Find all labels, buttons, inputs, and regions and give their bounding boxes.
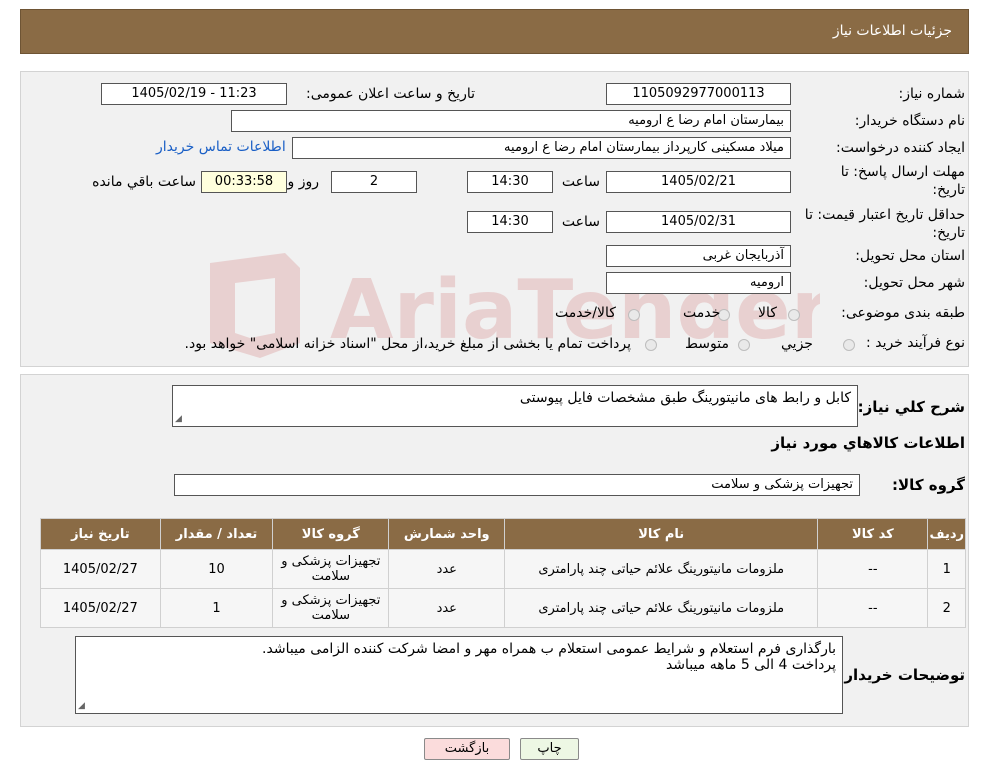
purchase-minor-radio[interactable]: [843, 339, 855, 351]
purchase-medium-radio[interactable]: [738, 339, 750, 351]
need-number-label: شماره نیاز:: [898, 86, 966, 102]
col-unit-header: واحد شمارش: [388, 518, 506, 550]
deadline-time-label: ساعت: [561, 174, 600, 190]
goods-table: ردیف کد کالا نام کالا واحد شمارش گروه کا…: [40, 518, 966, 628]
cell-name: ملزومات مانیتورینگ علائم حیاتی چند پارام…: [504, 549, 819, 589]
buyer-org-label: نام دستگاه خریدار:: [854, 113, 965, 129]
time-remaining-field: 00:33:58: [201, 171, 287, 193]
category-service-label: خدمت: [683, 305, 721, 321]
announce-datetime-field: 1405/02/19 - 11:23: [101, 83, 287, 105]
city-label: شهر محل تحویل:: [863, 275, 965, 291]
buyer-notes-field: بارگذاری فرم استعلام و شرایط عمومی استعل…: [75, 636, 843, 714]
col-quantity-header: تعداد / مقدار: [159, 518, 274, 550]
treasury-payment-note: پرداخت تمام یا بخشی از مبلغ خرید،از محل …: [184, 336, 631, 352]
price-validity-label: حداقل تاریخ اعتبار قیمت: تا تاریخ:: [804, 207, 965, 241]
table-row: 1 -- ملزومات مانیتورینگ علائم حیاتی چند …: [40, 549, 966, 589]
goods-info-title: اطلاعات کالاهاي مورد نیاز: [771, 434, 965, 452]
cell-row: 2: [927, 588, 966, 628]
purchase-minor-label: جزیي: [781, 336, 813, 352]
cell-name: ملزومات مانیتورینگ علائم حیاتی چند پارام…: [504, 588, 819, 628]
description-text: کابل و رابط های مانیتورینگ طبق مشخصات فا…: [519, 390, 851, 406]
goods-group-label: گروه کالا:: [892, 476, 965, 494]
validity-date-field: 1405/02/31: [606, 211, 791, 233]
category-label: طبقه بندی موضوعی:: [841, 305, 965, 321]
deadline-label: مهلت ارسال پاسخ: تا تاریخ:: [840, 164, 965, 198]
cell-group: تجهیزات پزشکی و سلامت: [272, 549, 390, 589]
cell-unit: عدد: [388, 549, 506, 589]
province-field: آذربایجان غربی: [606, 245, 791, 267]
validity-time-label: ساعت: [561, 214, 600, 230]
buyer-notes-label: توضیحات خریدار:: [838, 666, 965, 684]
goods-group-field: تجهیزات پزشکی و سلامت: [174, 474, 860, 496]
col-code-header: کد کالا: [817, 518, 929, 550]
purchase-type-label: نوع فرآیند خرید :: [866, 335, 965, 351]
col-group-header: گروه کالا: [272, 518, 390, 550]
table-row: 2 -- ملزومات مانیتورینگ علائم حیاتی چند …: [40, 588, 966, 628]
deadline-time-field: 14:30: [467, 171, 553, 193]
col-name-header: نام کالا: [504, 518, 819, 550]
cell-date: 1405/02/27: [40, 588, 161, 628]
col-row-header: ردیف: [927, 518, 966, 550]
validity-time-field: 14:30: [467, 211, 553, 233]
cell-quantity: 1: [159, 588, 274, 628]
page-title: جزئیات اطلاعات نیاز: [832, 23, 952, 39]
days-remaining-field: 2: [331, 171, 417, 193]
province-label: استان محل تحویل:: [855, 248, 965, 264]
treasury-note-radio[interactable]: [645, 339, 657, 351]
cell-code: --: [817, 549, 929, 589]
category-goods-service-radio[interactable]: [628, 309, 640, 321]
col-date-header: تاریخ نیاز: [40, 518, 161, 550]
resize-grip-icon[interactable]: ◢: [175, 414, 182, 424]
cell-code: --: [817, 588, 929, 628]
description-label: شرح کلي نیاز:: [857, 398, 965, 416]
purchase-medium-label: متوسط: [685, 336, 729, 352]
goods-table-header-row: ردیف کد کالا نام کالا واحد شمارش گروه کا…: [40, 518, 966, 550]
time-remaining-label: ساعت باقي مانده: [92, 174, 196, 190]
creator-field: میلاد مسکینی کارپرداز بیمارستان امام رضا…: [292, 137, 791, 159]
resize-grip-icon[interactable]: ◢: [78, 701, 85, 711]
cell-group: تجهیزات پزشکی و سلامت: [272, 588, 390, 628]
days-label: روز و: [287, 174, 320, 190]
category-goods-label: کالا: [758, 305, 777, 321]
need-number-field: 1105092977000113: [606, 83, 791, 105]
cell-unit: عدد: [388, 588, 506, 628]
cell-date: 1405/02/27: [40, 549, 161, 589]
buyer-notes-line-1: بارگذاری فرم استعلام و شرایط عمومی استعل…: [262, 641, 836, 657]
print-button[interactable]: چاپ: [520, 738, 579, 760]
city-field: ارومیه: [606, 272, 791, 294]
category-goods-radio[interactable]: [788, 309, 800, 321]
buyer-org-field: بیمارستان امام رضا ع ارومیه: [231, 110, 791, 132]
announce-label: تاریخ و ساعت اعلان عمومی:: [306, 86, 475, 102]
creator-label: ایجاد کننده درخواست:: [836, 140, 965, 156]
buyer-contact-link[interactable]: اطلاعات تماس خریدار: [156, 139, 286, 155]
cell-row: 1: [927, 549, 966, 589]
back-button[interactable]: بازگشت: [424, 738, 510, 760]
deadline-date-field: 1405/02/21: [606, 171, 791, 193]
buyer-notes-line-2: پرداخت 4 الی 5 ماهه میباشد: [665, 657, 836, 673]
description-field: کابل و رابط های مانیتورینگ طبق مشخصات فا…: [172, 385, 858, 427]
category-goods-service-label: کالا/خدمت: [555, 305, 616, 321]
cell-quantity: 10: [159, 549, 274, 589]
page-header: جزئیات اطلاعات نیاز: [20, 9, 969, 54]
